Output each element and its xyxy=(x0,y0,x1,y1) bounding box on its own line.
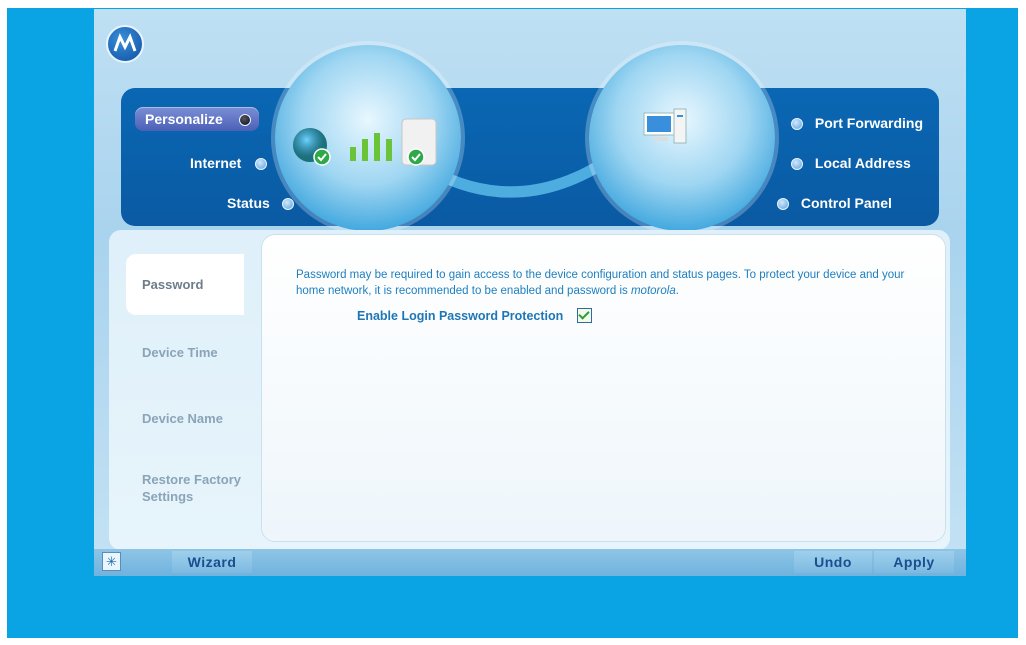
nav-port-forwarding-label: Port Forwarding xyxy=(814,115,924,131)
sidebar-item-label: Restore Factory Settings xyxy=(142,472,241,504)
default-password-text: motorola xyxy=(630,285,676,297)
sidebar-item-device-name[interactable]: Device Name xyxy=(142,411,260,426)
nav-control-panel[interactable]: Control Panel xyxy=(777,195,892,211)
nav-status-label: Status xyxy=(227,195,270,211)
enable-password-row: Enable Login Password Protection xyxy=(357,308,593,323)
nav-internet[interactable]: Internet xyxy=(190,155,268,171)
wizard-icon[interactable]: ✳ xyxy=(102,552,121,571)
sidebar-item-label: Device Name xyxy=(142,411,223,426)
sidebar-item-device-time[interactable]: Device Time xyxy=(142,345,260,360)
password-panel: Password may be required to gain access … xyxy=(261,234,946,542)
apply-button[interactable]: Apply xyxy=(874,551,954,573)
radio-dot-icon xyxy=(777,198,789,211)
nav-status[interactable]: Status xyxy=(227,195,294,211)
apply-button-label: Apply xyxy=(893,554,935,570)
nav-local-address[interactable]: Local Address xyxy=(791,155,911,171)
undo-button-label: Undo xyxy=(814,554,852,570)
nav-port-forwarding[interactable]: Port Forwarding xyxy=(791,115,923,131)
nav-control-panel-label: Control Panel xyxy=(800,195,892,211)
enable-password-checkbox[interactable] xyxy=(577,308,593,323)
enable-password-label: Enable Login Password Protection xyxy=(357,308,564,323)
nav-internet-label: Internet xyxy=(190,155,242,171)
radio-dot-icon xyxy=(281,198,294,211)
description-end-text: . xyxy=(675,285,679,297)
radio-dot-icon xyxy=(791,118,803,131)
sidebar-item-password[interactable]: Password xyxy=(126,254,244,315)
radio-dot-icon xyxy=(255,158,268,171)
nav-personalize[interactable]: Personalize xyxy=(135,107,259,131)
nav-local-address-label: Local Address xyxy=(814,155,911,171)
description-text: Password may be required to gain access … xyxy=(296,269,905,297)
radio-dot-icon xyxy=(791,158,803,171)
wizard-button-label: Wizard xyxy=(187,554,237,570)
router-app: Personalize Internet Status Port Forward… xyxy=(94,9,966,576)
motorola-logo-icon xyxy=(106,25,144,63)
password-description: Password may be required to gain access … xyxy=(296,267,936,299)
network-illustration xyxy=(290,115,450,175)
active-indicator-icon xyxy=(238,114,251,127)
undo-button[interactable]: Undo xyxy=(794,551,872,573)
sidebar-item-restore-factory-settings[interactable]: Restore Factory Settings xyxy=(142,471,252,505)
nav-personalize-label: Personalize xyxy=(145,111,223,127)
page-background: Personalize Internet Status Port Forward… xyxy=(7,8,1018,638)
wizard-button[interactable]: Wizard xyxy=(172,551,252,573)
sidebar-item-label: Password xyxy=(142,277,204,292)
sidebar-item-label: Device Time xyxy=(142,345,218,360)
bottom-toolbar: ✳ Wizard Undo Apply xyxy=(94,549,966,576)
computer-icon xyxy=(636,105,696,155)
